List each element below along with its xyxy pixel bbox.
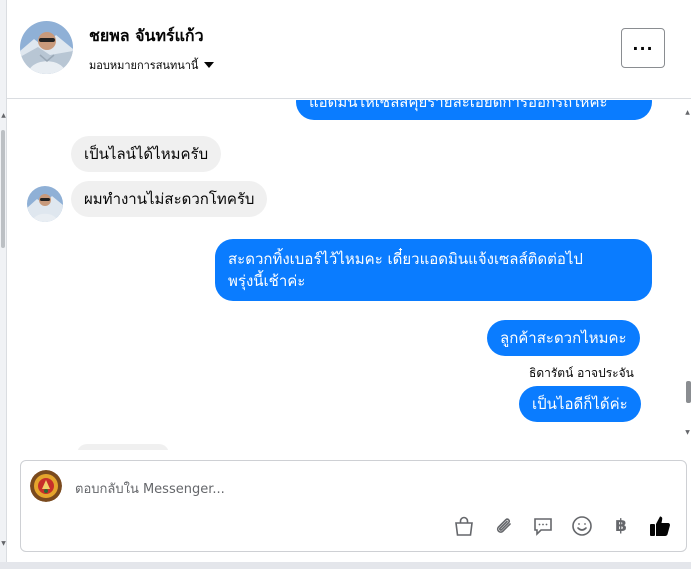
baht-icon[interactable]: ฿ <box>608 513 634 539</box>
reply-input[interactable] <box>75 478 635 500</box>
left-scrollbar-thumb[interactable] <box>1 130 5 248</box>
outgoing-message[interactable]: สะดวกทิ้งเบอร์ไว้ไหมคะ เดี๋ยวแอดมินแจ้งเ… <box>215 239 652 301</box>
contact-avatar[interactable] <box>20 21 73 74</box>
message-line: สะดวกทิ้งเบอร์ไว้ไหมคะ เดี๋ยวแอดมินแจ้งเ… <box>228 250 583 268</box>
page-avatar <box>30 470 62 502</box>
caret-down-icon <box>204 62 215 68</box>
outgoing-message[interactable]: แอดมินให้เซลส์คุยรายละเอียดการออกรถให้คะ <box>296 100 652 120</box>
thread-scrollbar-thumb[interactable] <box>686 381 691 403</box>
contact-avatar-small[interactable] <box>27 186 63 222</box>
sender-name-label: ธิดารัตน์ อาจประจัน <box>529 366 634 380</box>
incoming-message-partial[interactable] <box>77 444 169 450</box>
scroll-up-arrow-icon[interactable]: ▲ <box>684 109 691 117</box>
bottom-divider <box>0 562 691 569</box>
message-line: พรุ่งนี้เช้าค่ะ <box>228 272 306 290</box>
messenger-conversation-panel: ▲ ▼ ชยพล จันทร์แก้ว มอบหมายการสนทนานี้ ·… <box>0 0 691 569</box>
outgoing-message[interactable]: เป็นไอดีก็ได้ค่ะ <box>519 386 641 422</box>
incoming-message[interactable]: เป็นไลน์ได้ไหมครับ <box>71 136 222 172</box>
outgoing-message[interactable]: ลูกค้าสะดวกไหมคะ <box>487 320 640 356</box>
assign-conversation-dropdown[interactable]: มอบหมายการสนทนานี้ <box>89 56 215 74</box>
thread-scrollbar[interactable]: ▲ ▼ <box>684 99 691 459</box>
message-thread[interactable]: แอดมินให้เซลส์คุยรายละเอียดการออกรถให้คะ… <box>7 100 684 450</box>
incoming-message[interactable]: ผมทำงานไม่สะดวกโทครับ <box>71 181 268 217</box>
emoji-icon[interactable] <box>569 513 595 539</box>
scroll-down-arrow-icon[interactable]: ▼ <box>684 429 691 437</box>
scroll-up-arrow-icon[interactable]: ▲ <box>0 112 7 120</box>
thumbs-up-icon[interactable] <box>647 513 673 539</box>
left-scrollbar[interactable]: ▲ ▼ <box>0 0 7 569</box>
contact-name[interactable]: ชยพล จันทร์แก้ว <box>89 24 204 49</box>
scroll-down-arrow-icon[interactable]: ▼ <box>0 540 7 548</box>
reply-composer: ฿ <box>20 460 687 552</box>
more-options-button[interactable]: ··· <box>621 28 665 68</box>
paperclip-icon[interactable] <box>491 513 517 539</box>
bag-icon[interactable] <box>451 513 477 539</box>
chat-bubble-icon[interactable] <box>530 513 556 539</box>
conversation-header: ชยพล จันทร์แก้ว มอบหมายการสนทนานี้ ··· <box>7 0 691 99</box>
assign-conversation-label: มอบหมายการสนทนานี้ <box>89 59 199 72</box>
